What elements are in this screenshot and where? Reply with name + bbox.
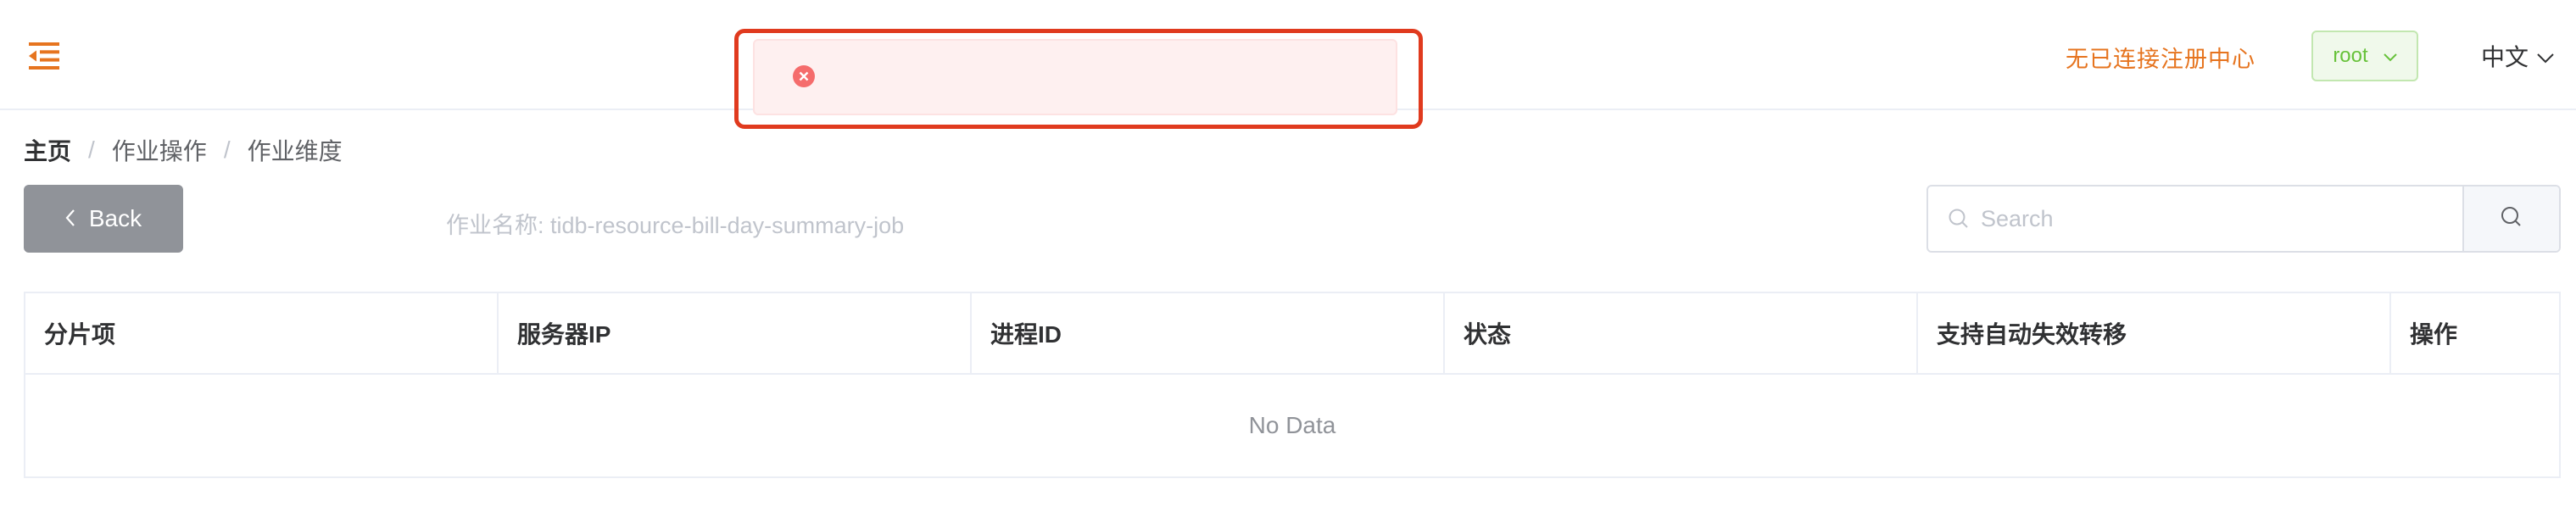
column-header-sharding-item: 分片项 xyxy=(25,293,499,373)
search-input-wrapper xyxy=(1928,187,2462,251)
user-name: root xyxy=(2333,44,2368,67)
user-dropdown[interactable]: root xyxy=(2311,31,2418,81)
circle-close-icon xyxy=(792,64,816,88)
back-button-label: Back xyxy=(88,205,142,231)
column-header-status: 状态 xyxy=(1445,293,1918,373)
registry-status[interactable]: 无已连接注册中心 xyxy=(2066,41,2255,74)
search-input[interactable] xyxy=(1928,187,2462,251)
sharding-table: 分片项 服务器IP 进程ID 状态 支持自动失效转移 操作 No Data xyxy=(24,292,2561,478)
table-empty-text: No Data xyxy=(1248,412,1336,438)
column-header-operation: 操作 xyxy=(2410,321,2458,348)
column-header-server-ip: 服务器IP xyxy=(499,293,972,373)
search-button[interactable] xyxy=(2462,187,2559,251)
error-message xyxy=(753,39,1397,115)
breadcrumb-separator: / xyxy=(88,136,95,163)
breadcrumb-home[interactable]: 主页 xyxy=(24,133,71,167)
breadcrumb-job-operations[interactable]: 作业操作 xyxy=(112,133,207,167)
search-group xyxy=(1926,185,2561,253)
breadcrumb-separator: / xyxy=(223,136,231,163)
language-label: 中文 xyxy=(2481,44,2529,70)
chevron-down-icon xyxy=(2383,44,2397,68)
back-button[interactable]: Back xyxy=(24,185,183,253)
chevron-left-icon xyxy=(65,205,75,232)
search-icon xyxy=(2500,205,2523,233)
chevron-down-icon xyxy=(2537,42,2554,70)
table-header: 分片项 服务器IP 进程ID 状态 支持自动失效转移 操作 xyxy=(25,293,2559,375)
language-dropdown[interactable]: 中文 xyxy=(2481,39,2554,73)
column-header-process-id: 进程ID xyxy=(972,293,1445,373)
job-name-label: 作业名称: tidb-resource-bill-day-summary-job xyxy=(446,213,905,238)
menu-fold-icon[interactable] xyxy=(29,42,59,70)
breadcrumb-job-dimension: 作业维度 xyxy=(247,138,343,164)
breadcrumb: 主页 / 作业操作 / 作业维度 xyxy=(24,133,343,167)
search-icon xyxy=(1947,207,1971,231)
column-header-failover: 支持自动失效转移 xyxy=(1918,293,2391,373)
